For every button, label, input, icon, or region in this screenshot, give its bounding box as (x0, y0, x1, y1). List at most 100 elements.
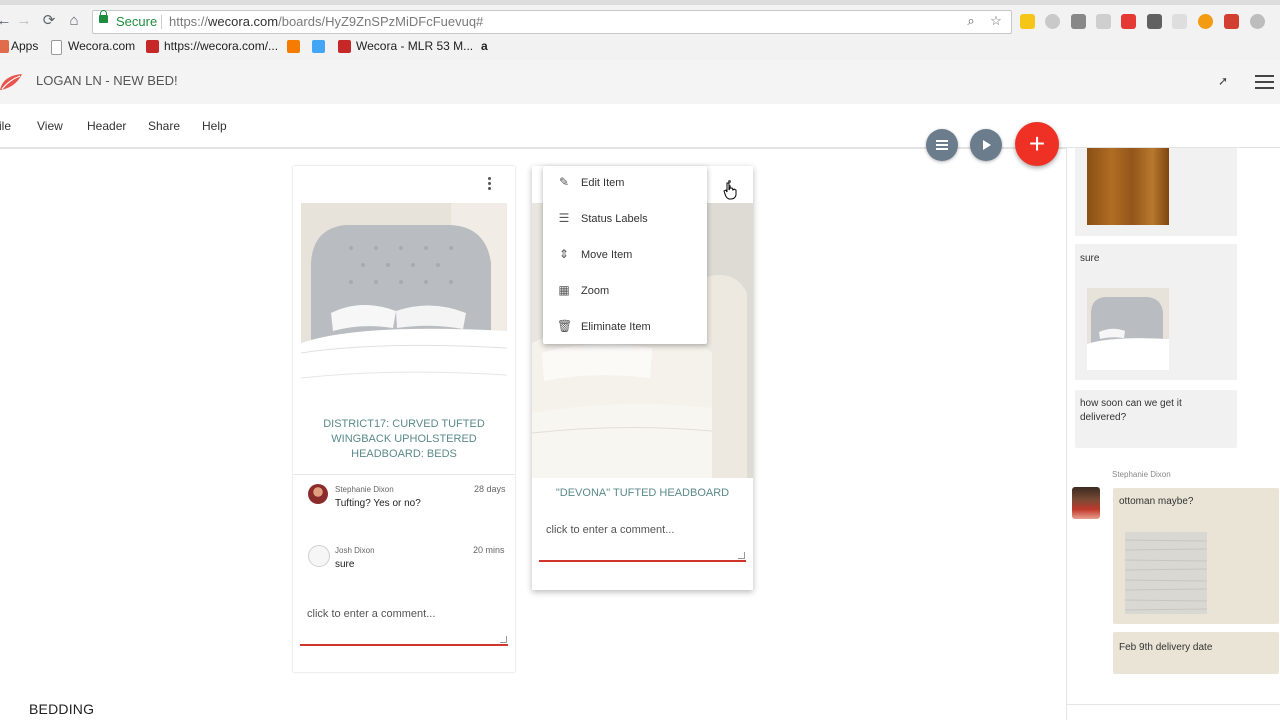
back-icon[interactable]: ← (0, 11, 14, 31)
comment-text: Feb 9th delivery date (1119, 642, 1213, 653)
tab-strip-edge (0, 0, 1280, 5)
extension-puzzle-icon[interactable] (1096, 14, 1111, 29)
extension-red-icon[interactable] (1121, 14, 1136, 29)
list-view-button[interactable] (926, 129, 958, 161)
extension-circle-icon[interactable] (1045, 14, 1060, 29)
resize-handle-icon[interactable] (500, 636, 507, 643)
bookmark-wecora[interactable]: Wecora.com (68, 39, 135, 53)
menu-file[interactable]: ile (0, 119, 11, 133)
menu-share[interactable]: Share (148, 119, 180, 133)
menu-header[interactable]: Header (87, 119, 126, 133)
avatar (308, 545, 330, 567)
section-title: BEDDING (29, 701, 95, 717)
comment-bubble[interactable] (1075, 148, 1237, 236)
menu-item-label: Eliminate Item (581, 321, 651, 333)
board-title: LOGAN LN - NEW BED! (36, 73, 178, 88)
comment-bubble[interactable]: sure (1075, 244, 1237, 380)
comment-text: ottoman maybe? (1119, 496, 1194, 507)
comment-text: Tufting? Yes or no? (335, 498, 421, 509)
bookmark-apps[interactable]: Apps (11, 39, 38, 53)
card-title[interactable]: "DEVONA" TUFTED HEADBOARD (542, 486, 743, 501)
bookmark-amazon[interactable]: a (481, 39, 488, 53)
share-arrow-icon[interactable]: ➚ (1218, 74, 1228, 88)
menu-item-edit[interactable]: ✎ Edit Item (543, 166, 707, 202)
address-bar[interactable]: Secure https://wecora.com/boards/HyZ9ZnS… (92, 10, 1012, 34)
zoom-icon: ▦ (558, 283, 570, 297)
comment-bubble[interactable]: Feb 9th delivery date (1113, 632, 1279, 674)
star-icon[interactable]: ☆ (988, 13, 1004, 29)
page-icon (51, 40, 62, 55)
comment-time: 20 mins (473, 545, 505, 555)
item-card[interactable]: DISTRICT17: CURVED TUFTED WINGBACK UPHOL… (293, 166, 515, 672)
menu-bar (0, 104, 1280, 149)
trash-icon: 🗑 (557, 319, 573, 333)
url-text[interactable]: https://wecora.com/boards/HyZ9ZnSPzMiDFc… (169, 14, 483, 29)
url-host: wecora.com (208, 14, 279, 29)
divider (293, 474, 515, 475)
card-title[interactable]: DISTRICT17: CURVED TUFTED WINGBACK UPHOL… (313, 417, 495, 462)
menu-help[interactable]: Help (202, 119, 227, 133)
address-separator (161, 15, 162, 29)
menu-item-status-labels[interactable]: ☰ Status Labels (543, 202, 707, 238)
menu-view[interactable]: View (37, 119, 63, 133)
wecora-favicon-icon (146, 40, 159, 53)
comment-underline (300, 644, 508, 646)
extension-pocket-icon[interactable] (1147, 14, 1162, 29)
extension-calendar-icon[interactable] (1020, 14, 1035, 29)
lock-icon (99, 10, 108, 23)
menu-item-eliminate[interactable]: 🗑 Eliminate Item (543, 310, 707, 346)
hamburger-menu-icon[interactable] (1255, 75, 1274, 89)
menu-item-move[interactable]: ⇕ Move Item (543, 238, 707, 274)
search-icon[interactable]: ⌕ (963, 13, 979, 29)
url-path: /boards/HyZ9ZnSPzMiDFcFuevuq# (278, 14, 484, 29)
ottoman-swatch-image[interactable] (1125, 532, 1207, 614)
comment-author: Stephanie Dixon (1112, 470, 1171, 479)
comments-sidebar: sure how soon can we get it delivered? S… (1066, 148, 1280, 720)
extension-grey-icon[interactable] (1172, 14, 1187, 29)
bookmark-wecora-url[interactable]: https://wecora.com/... (164, 39, 278, 53)
extension-off-icon[interactable] (1224, 14, 1239, 29)
headboard-product-image[interactable] (301, 203, 507, 408)
headboard-thumbnail-image[interactable] (1087, 288, 1169, 370)
bookmark-blue-icon[interactable] (312, 40, 325, 53)
bookmark-orange-icon[interactable] (287, 40, 300, 53)
move-icon: ⇕ (558, 247, 570, 261)
menu-item-label: Edit Item (581, 177, 625, 189)
menu-item-zoom[interactable]: ▦ Zoom (543, 274, 707, 310)
avatar (308, 484, 328, 504)
home-icon[interactable]: ⌂ (64, 11, 84, 31)
avatar (1072, 487, 1100, 519)
comment-bubble[interactable]: how soon can we get it delivered? (1075, 390, 1237, 448)
reload-icon[interactable]: ⟳ (39, 11, 59, 31)
comment-author: Stephanie Dixon (335, 485, 394, 494)
comment-text: sure (335, 559, 355, 570)
menu-item-label: Move Item (581, 249, 633, 261)
comment-author: Josh Dixon (335, 546, 375, 555)
pointer-cursor-icon (723, 182, 737, 200)
add-item-button[interactable]: + (1015, 122, 1059, 166)
comment-time: 28 days (474, 484, 506, 494)
forward-icon[interactable]: → (14, 11, 34, 31)
secure-label: Secure (116, 14, 158, 29)
wecora-logo-icon[interactable] (0, 72, 24, 92)
apps-grid-icon (0, 40, 9, 53)
comment-bubble[interactable]: ottoman maybe? (1113, 488, 1279, 624)
pencil-icon: ✎ (558, 175, 570, 189)
wood-swatch-image[interactable] (1087, 148, 1169, 225)
card-more-icon[interactable] (488, 177, 492, 192)
list-icon (936, 140, 948, 150)
presentation-button[interactable] (970, 129, 1002, 161)
menu-item-label: Status Labels (581, 213, 648, 225)
item-context-menu: ✎ Edit Item ☰ Status Labels ⇕ Move Item … (543, 166, 707, 344)
comment-input[interactable]: click to enter a comment... (307, 608, 435, 620)
divider (1067, 704, 1280, 705)
menu-item-label: Zoom (581, 285, 610, 297)
extension-orange-icon[interactable] (1198, 14, 1213, 29)
extension-settings-icon[interactable] (1250, 14, 1265, 29)
resize-handle-icon[interactable] (738, 552, 745, 559)
comment-input[interactable]: click to enter a comment... (546, 524, 674, 536)
bookmark-wecora-mlr[interactable]: Wecora - MLR 53 M... (356, 39, 473, 53)
extension-reader-icon[interactable] (1071, 14, 1086, 29)
status-labels-icon: ☰ (558, 211, 570, 225)
play-icon (983, 140, 991, 150)
